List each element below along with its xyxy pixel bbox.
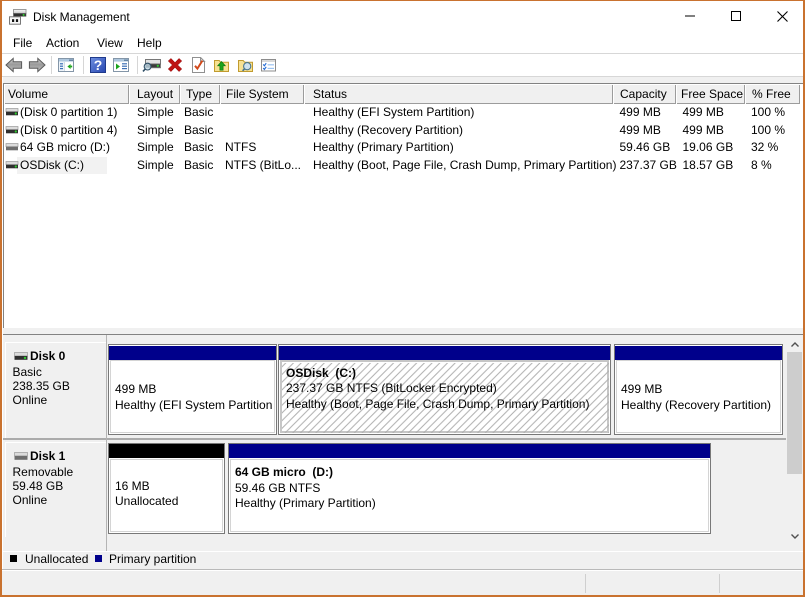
svg-text:?: ? bbox=[94, 57, 103, 73]
